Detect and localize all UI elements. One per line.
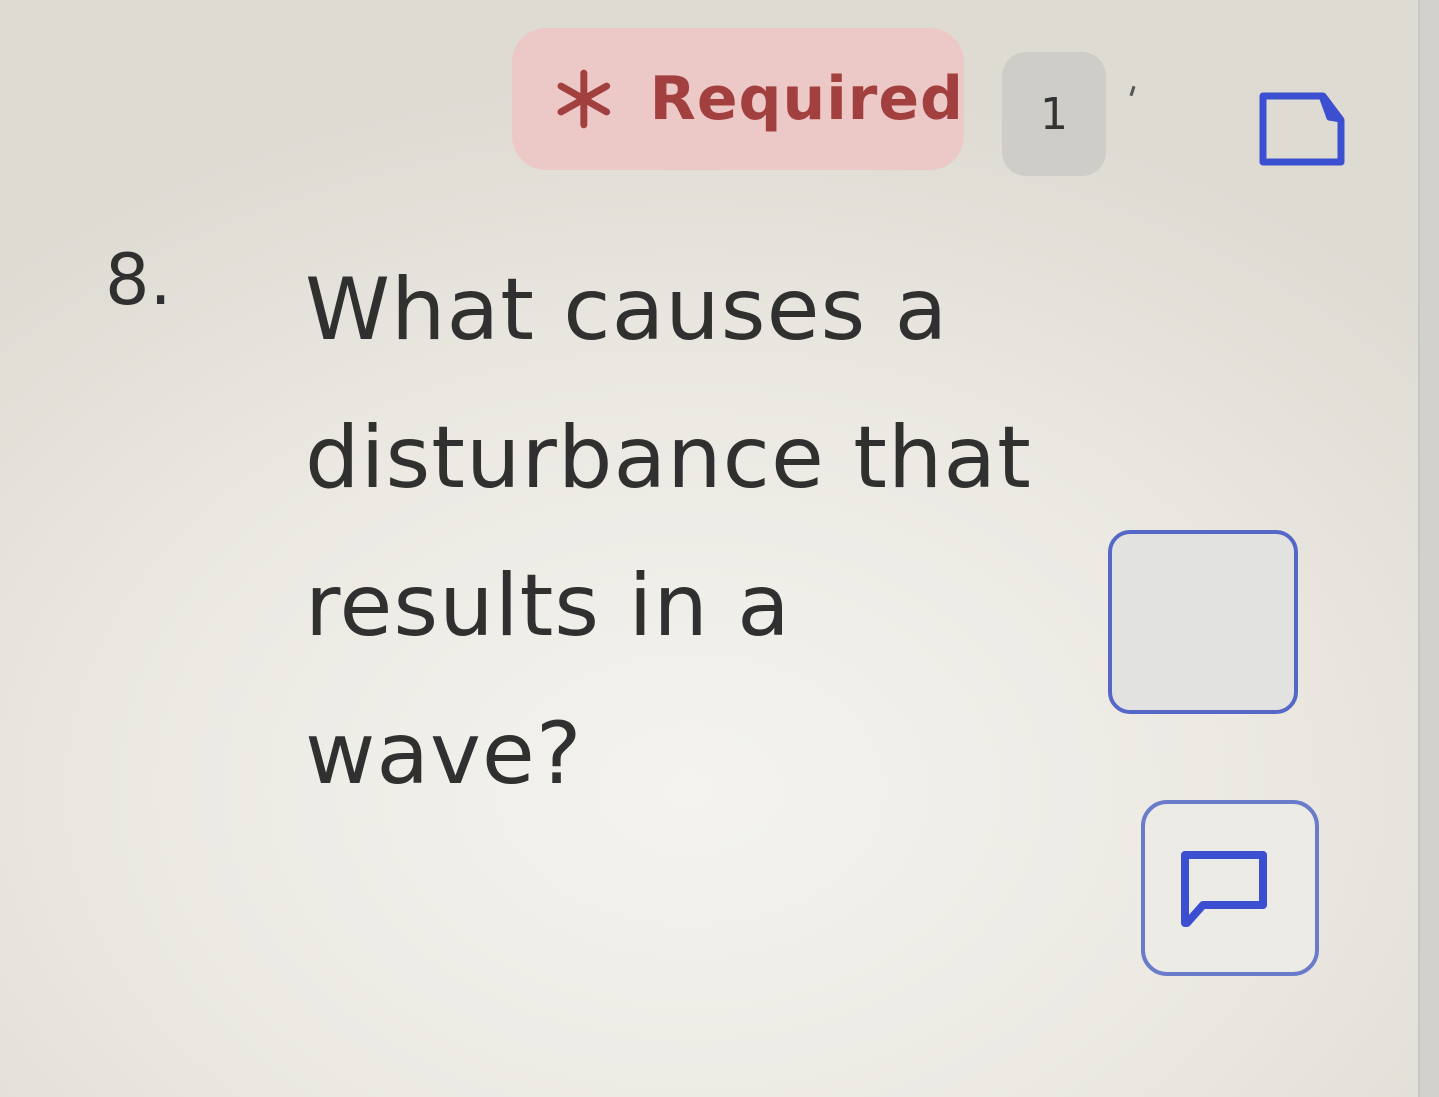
tick-mark	[1129, 85, 1136, 97]
points-badge: 1	[1002, 52, 1106, 176]
question-text: What causes a disturbance that results i…	[305, 260, 1032, 804]
points-label: 1	[1040, 88, 1068, 140]
comment-button[interactable]	[1141, 800, 1319, 976]
question-number: 8.	[105, 239, 172, 321]
tag-icon[interactable]	[1255, 88, 1351, 170]
required-badge: Required	[512, 28, 964, 170]
panel-edge	[1418, 0, 1439, 1097]
comment-icon	[1181, 851, 1267, 927]
required-label: Required	[649, 64, 964, 134]
asterisk-icon	[557, 69, 611, 129]
answer-checkbox[interactable]	[1108, 530, 1298, 714]
